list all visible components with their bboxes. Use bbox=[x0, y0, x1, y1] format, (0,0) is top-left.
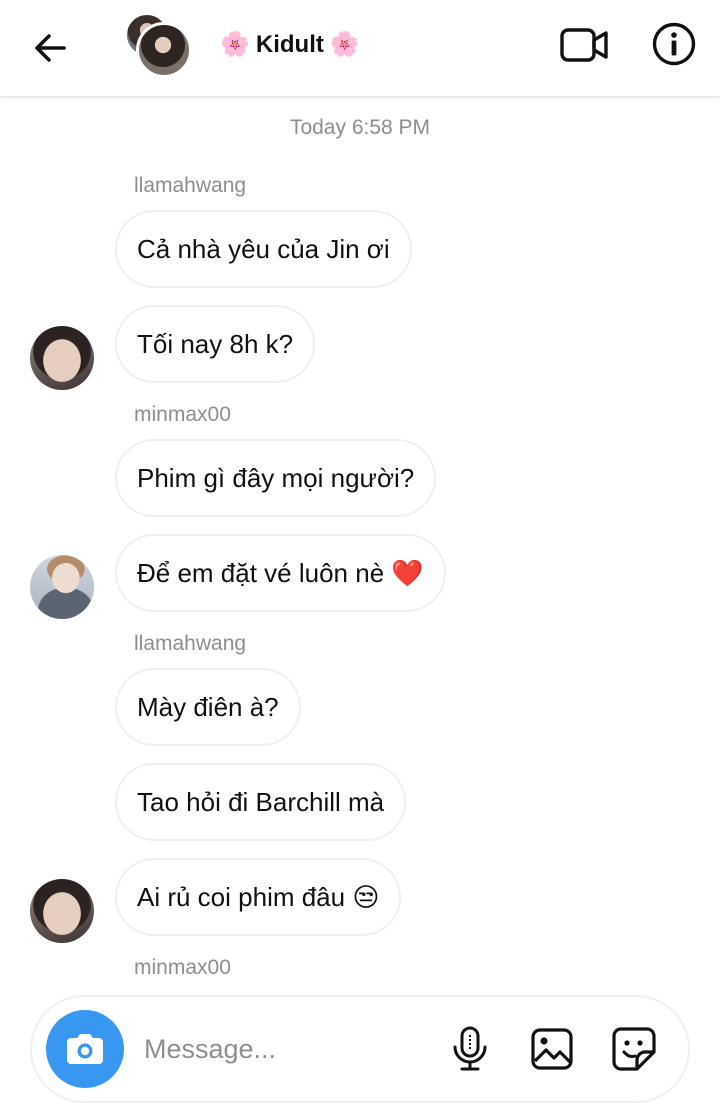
sender-name: llamahwang bbox=[134, 174, 247, 197]
avatar[interactable] bbox=[30, 879, 94, 943]
group-title[interactable]: 🌸 Kidult 🌸 bbox=[220, 30, 360, 59]
group-name: Kidult bbox=[255, 30, 324, 58]
message-bubble[interactable]: Phim gì đây mọi người? bbox=[115, 439, 437, 517]
message-composer bbox=[30, 995, 690, 1103]
chat-header: 🌸 Kidult 🌸 bbox=[0, 0, 720, 97]
sender-name: minmax00 bbox=[134, 403, 231, 426]
avatar[interactable] bbox=[30, 326, 94, 390]
info-button[interactable] bbox=[650, 20, 698, 68]
info-circle-icon bbox=[652, 22, 696, 66]
video-camera-icon bbox=[560, 28, 608, 62]
cherry-blossom-emoji: 🌸 bbox=[329, 31, 360, 58]
message-bubble[interactable]: Tao hỏi đi Barchill mà bbox=[115, 763, 407, 841]
camera-icon bbox=[67, 1034, 103, 1064]
video-call-button[interactable] bbox=[556, 22, 612, 68]
message-bubble[interactable]: Ai rủ coi phim đâu 😒 bbox=[115, 858, 402, 936]
message-bubble[interactable]: Cả nhà yêu của Jin ơi bbox=[115, 210, 412, 288]
voice-message-button[interactable] bbox=[444, 1023, 496, 1075]
sticker-icon bbox=[612, 1027, 656, 1071]
back-button[interactable] bbox=[24, 22, 76, 74]
message-bubble[interactable]: Để em đặt vé luôn nè ❤️ bbox=[115, 534, 446, 612]
message-bubble[interactable]: Mày điên à? bbox=[115, 668, 301, 746]
sender-name: minmax00 bbox=[134, 956, 231, 979]
thread-timestamp: Today 6:58 PM bbox=[289, 116, 431, 139]
cherry-blossom-emoji: 🌸 bbox=[220, 31, 250, 58]
sticker-button[interactable] bbox=[608, 1023, 660, 1075]
sender-name: llamahwang bbox=[134, 632, 247, 655]
message-input[interactable] bbox=[144, 1025, 424, 1073]
group-avatar[interactable] bbox=[124, 12, 192, 78]
chat-screen: 🌸 Kidult 🌸 Today 6:58 PM llamahwang Cả n… bbox=[0, 0, 720, 1117]
camera-button[interactable] bbox=[46, 1010, 124, 1088]
microphone-icon bbox=[453, 1026, 487, 1071]
member-avatar bbox=[136, 22, 192, 78]
message-bubble[interactable]: Tối nay 8h k? bbox=[115, 305, 316, 383]
arrow-left-icon bbox=[35, 34, 66, 62]
gallery-button[interactable] bbox=[526, 1023, 578, 1075]
avatar[interactable] bbox=[30, 555, 94, 619]
image-gallery-icon bbox=[531, 1028, 573, 1070]
